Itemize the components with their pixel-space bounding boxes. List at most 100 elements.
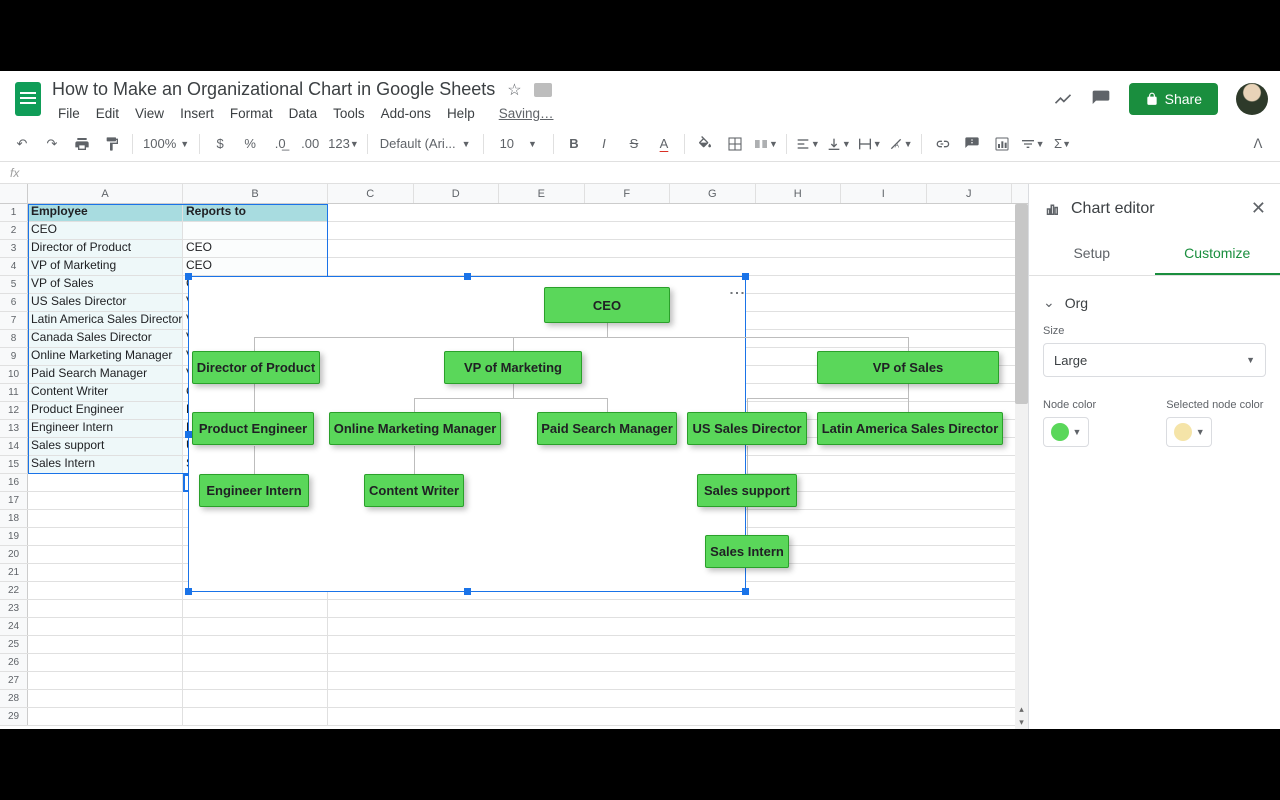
org-node[interactable]: Content Writer — [364, 474, 464, 507]
col-header-e[interactable]: E — [499, 184, 585, 203]
org-node[interactable]: Product Engineer — [192, 412, 314, 445]
org-node[interactable]: US Sales Director — [687, 412, 807, 445]
org-node[interactable]: Engineer Intern — [199, 474, 309, 507]
menu-insert[interactable]: Insert — [174, 102, 220, 125]
insert-chart-button[interactable] — [988, 130, 1016, 158]
currency-button[interactable]: $ — [206, 130, 234, 158]
org-node[interactable]: Sales support — [697, 474, 797, 507]
menu-data[interactable]: Data — [283, 102, 324, 125]
menu-edit[interactable]: Edit — [90, 102, 125, 125]
menu-tools[interactable]: Tools — [327, 102, 371, 125]
svg-text:A: A — [894, 142, 899, 149]
main-area: A B C D E F G H I J 1EmployeeReports to2… — [0, 184, 1280, 729]
bold-button[interactable]: B — [560, 130, 588, 158]
fill-color-button[interactable] — [691, 130, 719, 158]
title-right: Share — [1053, 77, 1268, 115]
menu-file[interactable]: File — [52, 102, 86, 125]
valign-button[interactable]: ▼ — [824, 130, 853, 158]
increase-decimal-button[interactable]: .00 — [296, 130, 324, 158]
chart-icon — [1043, 200, 1061, 218]
redo-button[interactable]: ↷ — [38, 130, 66, 158]
org-node[interactable]: VP of Sales — [817, 351, 999, 384]
org-node[interactable]: Online Marketing Manager — [329, 412, 501, 445]
org-node[interactable]: Sales Intern — [705, 535, 789, 568]
print-button[interactable] — [68, 130, 96, 158]
italic-button[interactable]: I — [590, 130, 618, 158]
sheets-logo[interactable] — [8, 79, 48, 119]
menu-addons[interactable]: Add-ons — [375, 102, 437, 125]
formula-bar[interactable]: fx — [0, 162, 1280, 184]
link-button[interactable] — [928, 130, 956, 158]
tab-customize[interactable]: Customize — [1155, 233, 1280, 275]
col-header-g[interactable]: G — [670, 184, 756, 203]
size-select[interactable]: Large ▼ — [1043, 343, 1266, 377]
col-header-d[interactable]: D — [414, 184, 500, 203]
col-header-c[interactable]: C — [328, 184, 414, 203]
column-headers: A B C D E F G H I J — [0, 184, 1028, 204]
undo-button[interactable]: ↶ — [8, 130, 36, 158]
menu-bar: File Edit View Insert Format Data Tools … — [48, 100, 1053, 125]
zoom-select[interactable]: 100%▼ — [139, 130, 193, 158]
tab-setup[interactable]: Setup — [1029, 233, 1155, 275]
percent-button[interactable]: % — [236, 130, 264, 158]
document-title[interactable]: How to Make an Organizational Chart in G… — [52, 79, 495, 100]
rotate-button[interactable]: A▼ — [886, 130, 915, 158]
saving-status: Saving… — [493, 102, 560, 125]
node-color-picker[interactable]: ▼ — [1043, 417, 1089, 447]
col-header-f[interactable]: F — [585, 184, 671, 203]
move-folder-icon[interactable] — [534, 83, 552, 97]
col-header-b[interactable]: B — [183, 184, 328, 203]
scroll-down-arrow[interactable]: ▾ — [1015, 716, 1028, 729]
col-header-i[interactable]: I — [841, 184, 927, 203]
letterbox-top — [0, 0, 1280, 71]
org-node[interactable]: Paid Search Manager — [537, 412, 677, 445]
panel-tabs: Setup Customize — [1029, 233, 1280, 276]
more-formats-button[interactable]: 123 ▼ — [326, 130, 361, 158]
org-node[interactable]: VP of Marketing — [444, 351, 582, 384]
merge-button[interactable]: ▼ — [751, 130, 780, 158]
section-header-org[interactable]: ⌄ Org — [1043, 288, 1266, 317]
chevron-down-icon: ▼ — [1073, 427, 1082, 437]
spreadsheet-grid[interactable]: A B C D E F G H I J 1EmployeeReports to2… — [0, 184, 1028, 729]
comments-icon[interactable] — [1091, 89, 1111, 109]
chevron-down-icon: ⌄ — [1043, 294, 1055, 311]
google-sheets-app: How to Make an Organizational Chart in G… — [0, 71, 1280, 729]
functions-button[interactable]: Σ ▼ — [1049, 130, 1077, 158]
share-button[interactable]: Share — [1129, 83, 1218, 115]
wrap-button[interactable]: ▼ — [855, 130, 884, 158]
vertical-scrollbar[interactable]: ▴ ▾ — [1015, 204, 1028, 729]
col-header-h[interactable]: H — [756, 184, 842, 203]
title-bar: How to Make an Organizational Chart in G… — [0, 71, 1280, 126]
comment-button[interactable] — [958, 130, 986, 158]
lock-icon — [1145, 92, 1159, 106]
panel-header: Chart editor ✕ — [1029, 184, 1280, 233]
col-header-j[interactable]: J — [927, 184, 1013, 203]
menu-format[interactable]: Format — [224, 102, 279, 125]
org-node[interactable]: CEO — [544, 287, 670, 323]
selected-node-color-picker[interactable]: ▼ — [1166, 417, 1212, 447]
scrollbar-thumb[interactable] — [1015, 204, 1028, 404]
collapse-toolbar-button[interactable]: ᐱ — [1244, 130, 1272, 158]
org-chart[interactable]: ⋮ — [188, 276, 746, 592]
decrease-decimal-button[interactable]: .0̲ — [266, 130, 294, 158]
strike-button[interactable]: S — [620, 130, 648, 158]
select-all-corner[interactable] — [0, 184, 28, 203]
font-size-select[interactable]: 10 ▼ — [490, 130, 547, 158]
menu-view[interactable]: View — [129, 102, 170, 125]
star-icon[interactable]: ☆ — [507, 80, 521, 100]
paint-format-button[interactable] — [98, 130, 126, 158]
section-org: ⌄ Org Size Large ▼ Node color ▼ — [1029, 276, 1280, 459]
org-node[interactable]: Director of Product — [192, 351, 320, 384]
close-panel-button[interactable]: ✕ — [1251, 198, 1266, 219]
col-header-a[interactable]: A — [28, 184, 183, 203]
org-node[interactable]: Latin America Sales Director — [817, 412, 1003, 445]
menu-help[interactable]: Help — [441, 102, 481, 125]
halign-button[interactable]: ▼ — [793, 130, 822, 158]
text-color-button[interactable]: A — [650, 130, 678, 158]
borders-button[interactable] — [721, 130, 749, 158]
account-avatar[interactable] — [1236, 83, 1268, 115]
activity-icon[interactable] — [1053, 89, 1073, 109]
scroll-up-arrow[interactable]: ▴ — [1015, 703, 1028, 716]
filter-button[interactable]: ▼ — [1018, 130, 1047, 158]
font-select[interactable]: Default (Ari...▼ — [374, 130, 477, 158]
